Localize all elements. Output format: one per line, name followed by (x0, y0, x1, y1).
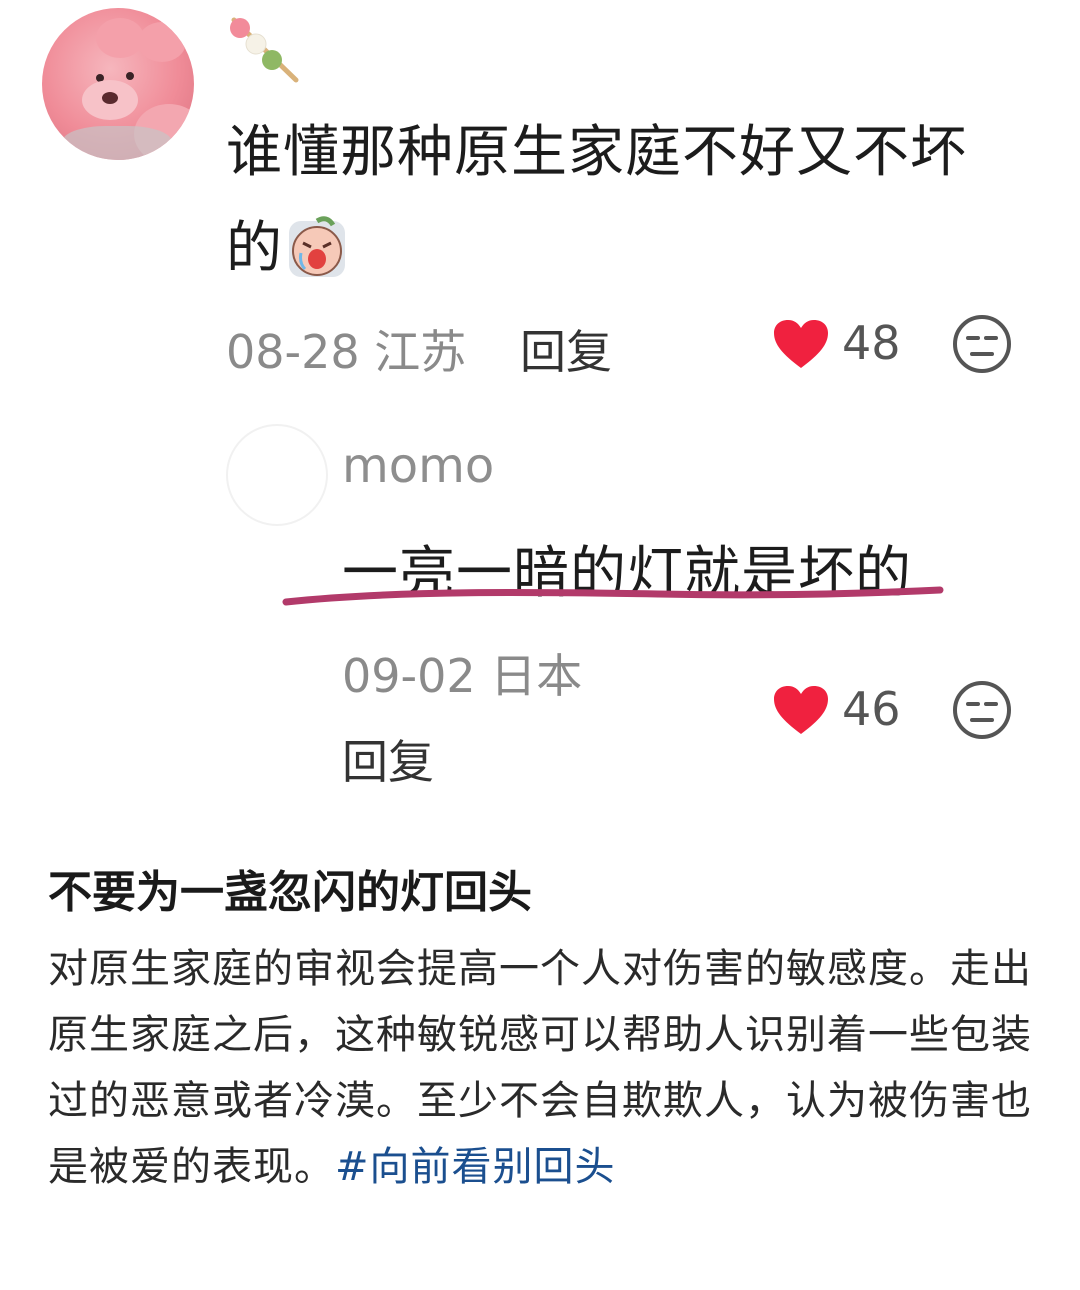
reply-location: 日本 (490, 649, 583, 703)
reply-username[interactable]: momo (342, 438, 494, 494)
comment-text-line1: 谁懂那种原生家庭不好又不坏 (226, 120, 967, 185)
reply-like-count: 46 (842, 682, 901, 736)
reply-avatar[interactable] (226, 424, 328, 526)
reply-date: 09-02 (342, 649, 476, 703)
comment-reply-button[interactable]: 回复 (520, 316, 612, 382)
reply-reply-button[interactable]: 回复 (342, 726, 434, 792)
comment-meta: 08-28 江苏 (226, 316, 466, 382)
comment-text-line2: 的 (226, 216, 283, 281)
comment-meh-face-icon[interactable] (952, 314, 1012, 374)
comment-heart-icon[interactable] (772, 318, 830, 370)
reply-meh-face-icon[interactable] (952, 680, 1012, 740)
dango-badge-icon (230, 17, 299, 83)
post-body: 对原生家庭的审视会提高一个人对伤害的敏感度。走出原生家庭之后，这种敏锐感可以帮助… (48, 936, 1038, 1200)
reply-meta: 09-02 日本 (342, 640, 582, 706)
reply-heart-icon[interactable] (772, 684, 830, 736)
post-title: 不要为一盏忽闪的灯回头 (48, 867, 532, 918)
commenter-avatar[interactable] (42, 8, 194, 160)
comment-date: 08-28 (226, 325, 360, 379)
comment-like-count: 48 (842, 316, 901, 370)
crying-face-emoji-icon (289, 216, 345, 277)
post-hashtag-link[interactable]: #向前看别回头 (335, 1144, 616, 1190)
comment-text: 谁懂那种原生家庭不好又不坏 的 (226, 105, 1026, 297)
comment-location: 江苏 (374, 325, 467, 379)
handwritten-underline (282, 586, 944, 606)
